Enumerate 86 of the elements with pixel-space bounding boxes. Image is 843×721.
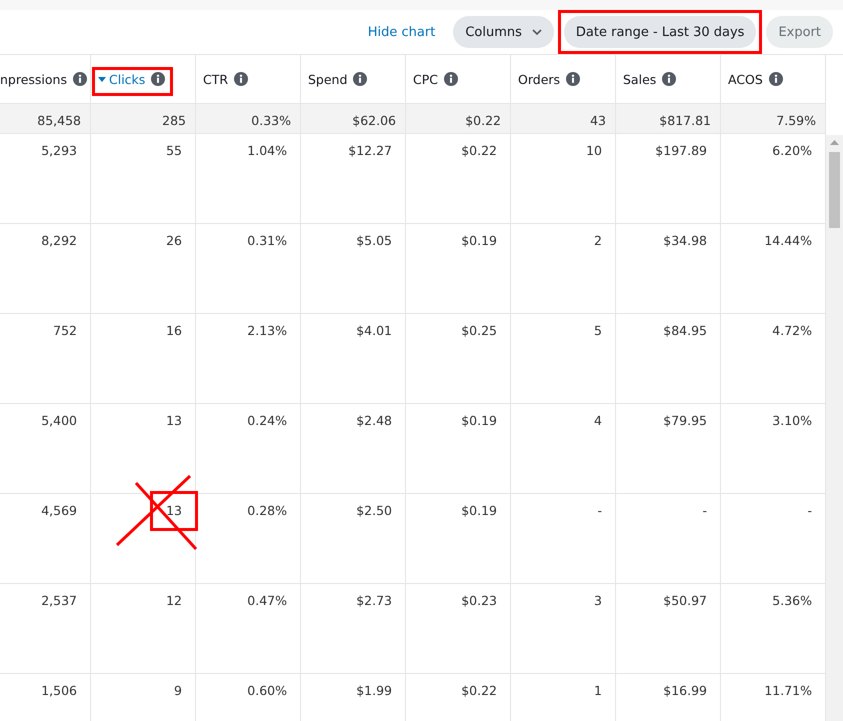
totals-cell: 0.33%	[196, 104, 301, 134]
column-header[interactable]: Clicks	[109, 72, 146, 86]
table-cell: 8,292	[41, 233, 77, 248]
table-cell: 55	[166, 143, 182, 158]
scrollbar[interactable]	[826, 135, 843, 721]
totals-cell: 7.59%	[721, 104, 826, 134]
totals-cell: $0.22	[406, 104, 511, 134]
info-icon[interactable]	[73, 72, 87, 86]
table-cell: $16.99	[663, 683, 707, 698]
totals-cell: 85,458	[0, 104, 91, 134]
table-cell: 5.36%	[772, 593, 812, 608]
table-cell: 13	[166, 503, 182, 518]
table-cell: 4	[594, 413, 602, 428]
scrollbar-thumb[interactable]	[829, 152, 840, 228]
chevron-down-icon	[532, 29, 542, 35]
info-icon[interactable]	[662, 72, 676, 86]
table-cell: 13	[166, 413, 182, 428]
table-cell: 1,506	[41, 683, 77, 698]
table-cell: $2.48	[356, 413, 392, 428]
table-cell: 0.28%	[247, 503, 287, 518]
table-cell: 2,537	[41, 593, 77, 608]
totals-cell: $817.81	[616, 104, 721, 134]
info-icon[interactable]	[353, 72, 368, 86]
hide-chart-link[interactable]: Hide chart	[368, 24, 436, 40]
info-icon[interactable]	[234, 72, 248, 86]
table-cell: 4.72%	[772, 323, 812, 338]
table-cell: 1.04%	[247, 143, 287, 158]
info-icon[interactable]	[151, 72, 166, 86]
date-range-button[interactable]: Date range - Last 30 days	[564, 16, 756, 48]
table-cell: -	[702, 503, 707, 518]
table-cell: 5,293	[41, 143, 77, 158]
totals-cell: $62.06	[301, 104, 406, 134]
table-cell: 9	[174, 683, 182, 698]
column-header[interactable]: Sales	[623, 72, 656, 86]
table-cell: $0.25	[461, 323, 497, 338]
table-cell: 0.31%	[247, 233, 287, 248]
totals-cell: 43	[511, 104, 616, 134]
table-cell: $50.97	[663, 593, 707, 608]
table-cell: 2	[594, 233, 602, 248]
table-cell: $2.73	[356, 593, 392, 608]
table-cell: $2.50	[356, 503, 392, 518]
column-header[interactable]: ACOS	[728, 72, 763, 86]
table-cell: $0.19	[461, 503, 497, 518]
table-cell: $0.19	[461, 233, 497, 248]
columns-button[interactable]: Columns	[453, 16, 554, 48]
column-header[interactable]: npressions	[0, 72, 67, 86]
table-cell: 26	[166, 233, 182, 248]
table-cell: $0.23	[461, 593, 497, 608]
column-header[interactable]: Spend	[308, 72, 348, 86]
table-cell: 5,400	[41, 413, 77, 428]
column-header[interactable]: CPC	[413, 72, 438, 86]
table-cell: -	[807, 503, 812, 518]
table-cell: 4,569	[41, 503, 77, 518]
table-cell: $4.01	[356, 323, 392, 338]
table-cell: 16	[166, 323, 182, 338]
table-cell: 14.44%	[764, 233, 812, 248]
column-header[interactable]: CTR	[203, 72, 228, 86]
table-cell: $5.05	[356, 233, 392, 248]
table-cell: $197.89	[655, 143, 707, 158]
info-icon[interactable]	[566, 72, 580, 86]
info-icon[interactable]	[444, 72, 458, 86]
table-cell: $0.19	[461, 413, 497, 428]
table-cell: $1.99	[356, 683, 392, 698]
table-cell: 6.20%	[772, 143, 812, 158]
table-cell: 11.71%	[764, 683, 812, 698]
table-cell: 0.24%	[247, 413, 287, 428]
table-cell: 12	[166, 593, 182, 608]
totals-cell: 285	[91, 104, 196, 134]
table-cell: 0.47%	[247, 593, 287, 608]
table-cell: 0.60%	[247, 683, 287, 698]
table-cell: 10	[586, 143, 602, 158]
table-cell: 752	[53, 323, 77, 338]
table-cell: 3	[594, 593, 602, 608]
table-cell: 2.13%	[247, 323, 287, 338]
table-cell: $79.95	[663, 413, 707, 428]
table-cell: $84.95	[663, 323, 707, 338]
table-cell: $0.22	[461, 683, 497, 698]
table-cell: $12.27	[348, 143, 392, 158]
table-cell: 1	[594, 683, 602, 698]
column-header[interactable]: Orders	[518, 72, 560, 86]
table-cell: 5	[594, 323, 602, 338]
table-cell: 3.10%	[772, 413, 812, 428]
table-cell: $34.98	[663, 233, 707, 248]
table-cell: $0.22	[461, 143, 497, 158]
info-icon[interactable]	[768, 72, 783, 86]
table-cell: -	[597, 503, 602, 518]
